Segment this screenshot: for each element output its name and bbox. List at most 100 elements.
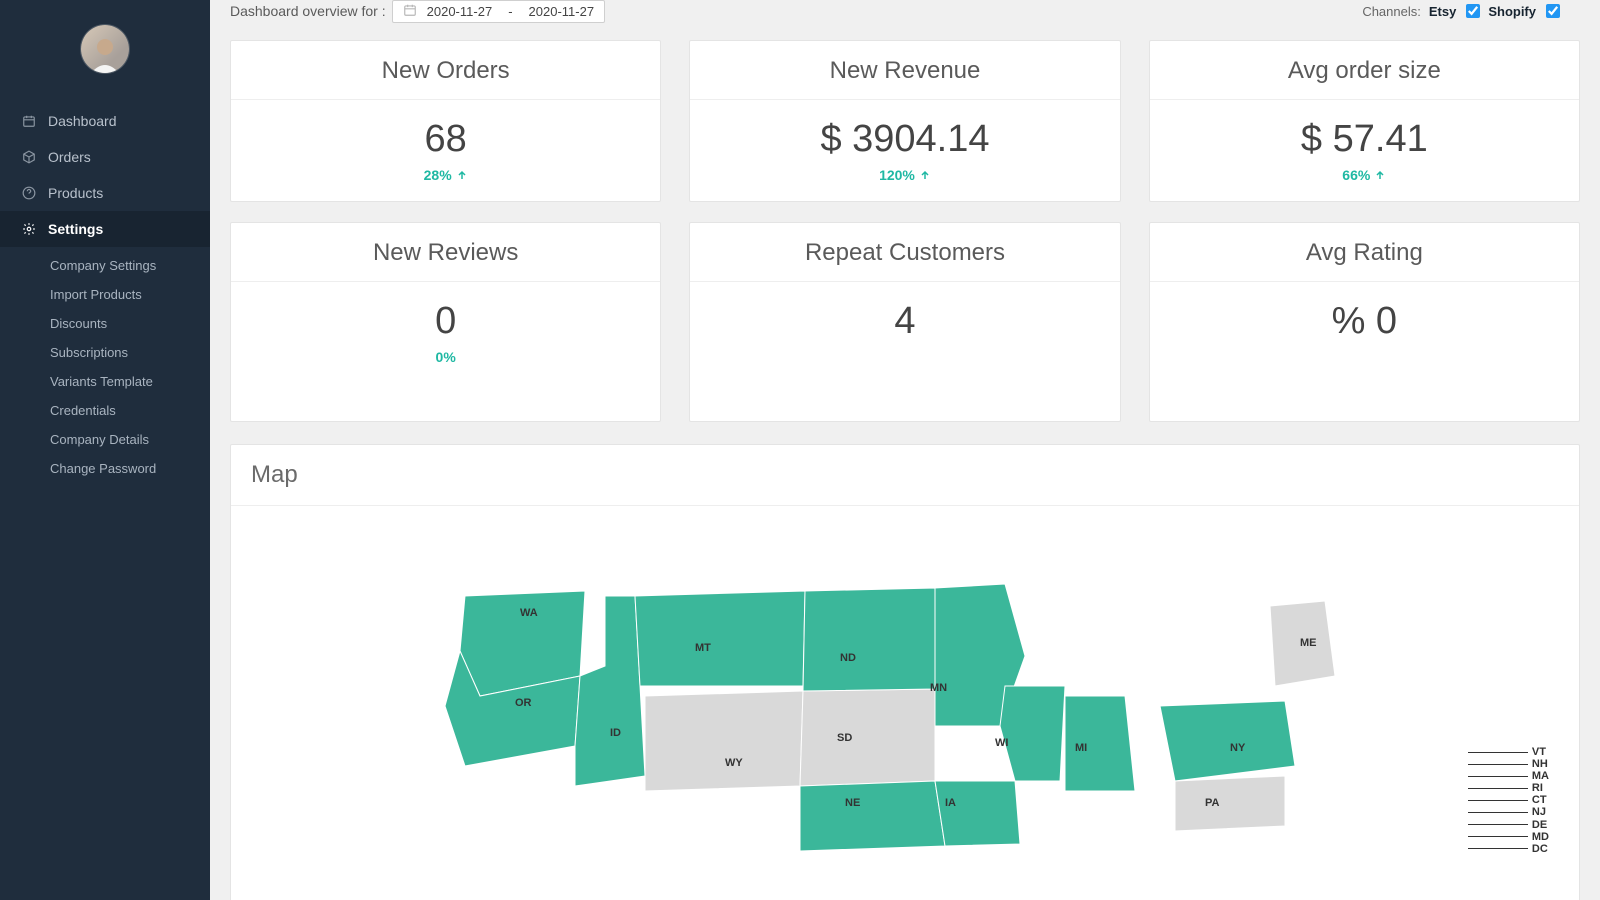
sidebar-item-settings[interactable]: Settings (0, 211, 210, 247)
date-from: 2020-11-27 (427, 4, 493, 19)
channel-shopify-label: Shopify (1488, 4, 1536, 19)
stat-card-new-orders: New Orders6828% (230, 40, 661, 202)
submenu-change-password[interactable]: Change Password (0, 454, 210, 483)
avatar-wrap (0, 0, 210, 103)
nav-label: Dashboard (48, 113, 117, 129)
submenu-credentials[interactable]: Credentials (0, 396, 210, 425)
stat-card-avg-rating: Avg Rating% 0 (1149, 222, 1580, 422)
arrow-up-icon (456, 169, 468, 181)
state-SD[interactable] (800, 689, 935, 786)
callout-line (1468, 788, 1528, 789)
stat-card-new-reviews: New Reviews00% (230, 222, 661, 422)
state-ND[interactable] (803, 588, 935, 691)
stat-delta: 28% (231, 163, 660, 201)
callout-label: MD (1532, 831, 1549, 843)
callout-DE: DE (1468, 819, 1549, 831)
avatar[interactable] (81, 25, 129, 73)
stats-row-1: New Orders6828%New Revenue$ 3904.14120%A… (210, 30, 1600, 212)
stat-title: New Revenue (690, 41, 1119, 100)
callout-label: NJ (1532, 806, 1546, 818)
channel-etsy-checkbox[interactable] (1466, 4, 1480, 18)
submenu-company-details[interactable]: Company Details (0, 425, 210, 454)
state-WY[interactable] (645, 691, 803, 791)
overview-range: Dashboard overview for : 2020-11-27 - 20… (230, 0, 605, 23)
main-content: Dashboard overview for : 2020-11-27 - 20… (210, 0, 1600, 900)
callout-label: VT (1532, 746, 1546, 758)
state-ME[interactable] (1270, 601, 1335, 686)
callout-NH: NH (1468, 758, 1549, 770)
stat-value: $ 57.41 (1150, 100, 1579, 163)
calendar-icon (20, 114, 38, 128)
callout-CT: CT (1468, 794, 1549, 806)
callout-VT: VT (1468, 746, 1549, 758)
stat-card-avg-order-size: Avg order size$ 57.4166% (1149, 40, 1580, 202)
callout-line (1468, 752, 1528, 753)
stat-value: 4 (690, 282, 1119, 345)
callout-line (1468, 848, 1528, 849)
nav-label: Products (48, 185, 103, 201)
state-WI[interactable] (1000, 686, 1065, 781)
stat-title: New Orders (231, 41, 660, 100)
user-avatar-icon (85, 33, 125, 73)
state-IA[interactable] (935, 781, 1020, 846)
nav-label: Settings (48, 221, 103, 237)
calendar-icon (403, 3, 417, 20)
question-icon (20, 186, 38, 200)
callout-MD: MD (1468, 831, 1549, 843)
channels-filter: Channels: Etsy Shopify (1362, 4, 1580, 19)
arrow-up-icon (1374, 169, 1386, 181)
topbar: Dashboard overview for : 2020-11-27 - 20… (210, 0, 1600, 30)
stat-value: 68 (231, 100, 660, 163)
callout-DC: DC (1468, 843, 1549, 855)
arrow-up-icon (919, 169, 931, 181)
callout-label: DE (1532, 819, 1547, 831)
stat-value: 0 (231, 282, 660, 345)
channel-etsy-label: Etsy (1429, 4, 1456, 19)
state-MI[interactable] (1065, 696, 1135, 791)
us-map[interactable]: WAORIDMTWYSDNDNEMNIAWIMINYPAME (405, 566, 1405, 900)
stat-title: Repeat Customers (690, 223, 1119, 282)
callout-label: RI (1532, 782, 1543, 794)
submenu-variants-template[interactable]: Variants Template (0, 367, 210, 396)
state-NE[interactable] (800, 781, 945, 851)
stat-title: New Reviews (231, 223, 660, 282)
nav-list: Dashboard Orders Products Settings (0, 103, 210, 247)
submenu-import-products[interactable]: Import Products (0, 280, 210, 309)
callout-NJ: NJ (1468, 806, 1549, 818)
date-range-picker[interactable]: 2020-11-27 - 2020-11-27 (392, 0, 605, 23)
channel-shopify-checkbox[interactable] (1546, 4, 1560, 18)
cog-icon (20, 222, 38, 236)
stat-delta: 120% (690, 163, 1119, 201)
callout-line (1468, 824, 1528, 825)
callout-label: CT (1532, 794, 1547, 806)
callout-line (1468, 836, 1528, 837)
callout-line (1468, 764, 1528, 765)
submenu-company-settings[interactable]: Company Settings (0, 251, 210, 280)
callout-line (1468, 776, 1528, 777)
callout-line (1468, 800, 1528, 801)
sidebar: Dashboard Orders Products Settings Company … (0, 0, 210, 900)
channels-label: Channels: (1362, 4, 1421, 19)
callout-label: NH (1532, 758, 1548, 770)
stat-delta: 0% (231, 345, 660, 383)
state-ID[interactable] (575, 596, 645, 786)
state-MT[interactable] (635, 591, 805, 686)
sidebar-item-dashboard[interactable]: Dashboard (0, 103, 210, 139)
sidebar-item-products[interactable]: Products (0, 175, 210, 211)
map-panel: Map WAORIDMTWYSDNDNEMNIAWIMINYPAME VTNHM… (230, 444, 1580, 900)
state-PA[interactable] (1175, 776, 1285, 831)
sidebar-item-orders[interactable]: Orders (0, 139, 210, 175)
settings-submenu: Company SettingsImport ProductsDiscounts… (0, 247, 210, 483)
callout-line (1468, 812, 1528, 813)
state-callouts: VTNHMARICTNJDEMDDC (1468, 746, 1549, 855)
date-to: 2020-11-27 (529, 4, 595, 19)
stat-delta: 66% (1150, 163, 1579, 201)
stat-title: Avg order size (1150, 41, 1579, 100)
submenu-subscriptions[interactable]: Subscriptions (0, 338, 210, 367)
stat-value: % 0 (1150, 282, 1579, 345)
map-title: Map (231, 445, 1579, 506)
submenu-discounts[interactable]: Discounts (0, 309, 210, 338)
stat-card-new-revenue: New Revenue$ 3904.14120% (689, 40, 1120, 202)
state-NY[interactable] (1160, 701, 1295, 781)
stat-value: $ 3904.14 (690, 100, 1119, 163)
